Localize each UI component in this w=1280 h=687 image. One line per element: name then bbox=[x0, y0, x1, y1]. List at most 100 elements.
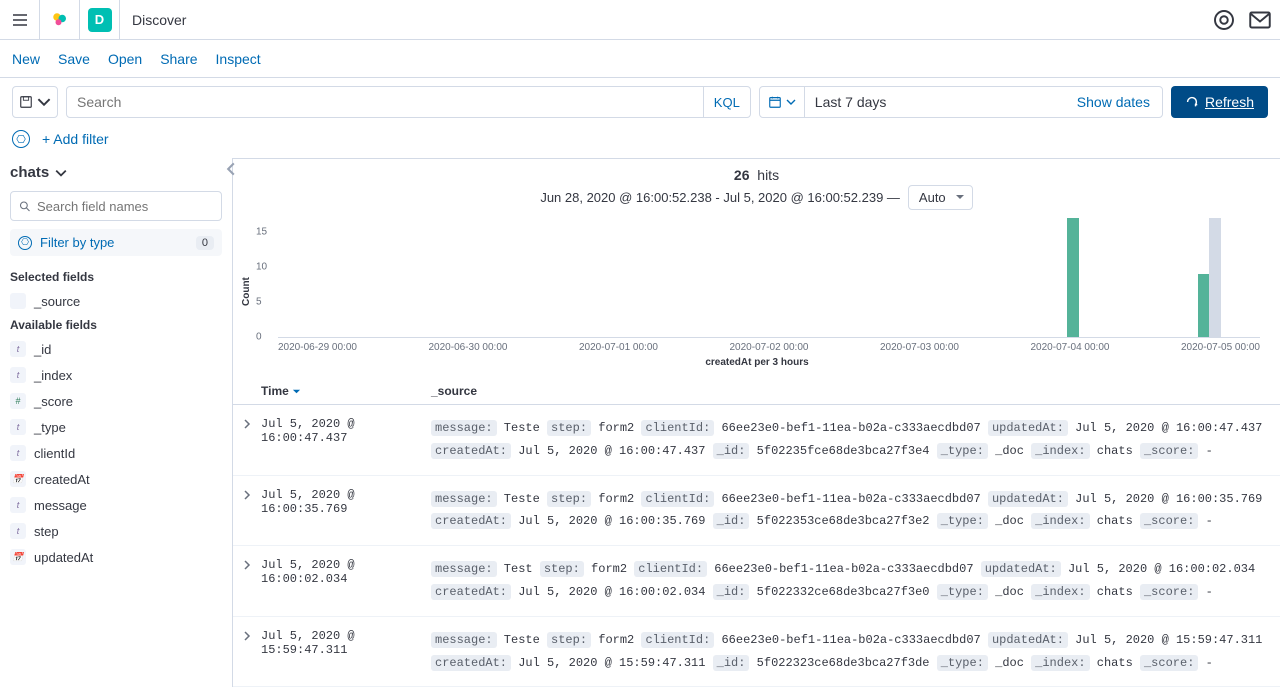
field-name: _type bbox=[34, 420, 66, 435]
querybar: KQL Last 7 days Show dates Refresh bbox=[0, 78, 1280, 126]
field-type-icon bbox=[10, 293, 26, 309]
show-dates-link[interactable]: Show dates bbox=[1065, 94, 1162, 110]
field-item-step[interactable]: tstep bbox=[10, 518, 222, 544]
date-range-text[interactable]: Last 7 days bbox=[805, 94, 1065, 110]
filter-type-label: Filter by type bbox=[40, 235, 188, 250]
field-item-message[interactable]: t message bbox=[10, 492, 222, 518]
search-box: KQL bbox=[66, 86, 751, 118]
field-name: createdAt bbox=[34, 472, 90, 487]
menu-save[interactable]: Save bbox=[58, 51, 90, 67]
refresh-button[interactable]: Refresh bbox=[1171, 86, 1268, 118]
field-item-createdAt[interactable]: 📅 createdAt bbox=[10, 466, 222, 492]
chart-grid[interactable]: 051015 bbox=[278, 218, 1260, 338]
field-name: _source bbox=[34, 294, 80, 309]
row-source: message: Test step: form2 clientId: 66ee… bbox=[431, 558, 1280, 604]
expand-row[interactable] bbox=[233, 629, 261, 675]
row-time: Jul 5, 2020 @ 16:00:47.437 bbox=[261, 417, 431, 463]
available-fields-title: Available fields bbox=[10, 314, 222, 336]
field-name: _index bbox=[34, 368, 72, 383]
hamburger-icon bbox=[12, 12, 28, 28]
app-logo-cell[interactable]: D bbox=[80, 0, 120, 40]
sidebar: chats ⎔ Filter by type 0 Selected fields… bbox=[0, 158, 232, 687]
row-time: Jul 5, 2020 @ 15:59:47.311 bbox=[261, 629, 431, 675]
hits-range: Jun 28, 2020 @ 16:00:52.238 - Jul 5, 202… bbox=[233, 185, 1280, 218]
add-filter-link[interactable]: + Add filter bbox=[42, 131, 109, 147]
chevron-down-icon bbox=[37, 95, 51, 109]
chart-bar[interactable] bbox=[1209, 218, 1221, 337]
discover-app-icon: D bbox=[88, 8, 112, 32]
row-time: Jul 5, 2020 @ 16:00:35.769 bbox=[261, 488, 431, 534]
field-search bbox=[10, 191, 222, 221]
interval-selector[interactable]: Auto bbox=[908, 185, 973, 210]
sort-desc-icon bbox=[292, 387, 301, 396]
date-picker: Last 7 days Show dates bbox=[759, 86, 1163, 118]
menu-inspect[interactable]: Inspect bbox=[216, 51, 261, 67]
elastic-logo-cell[interactable] bbox=[40, 0, 80, 40]
expand-row[interactable] bbox=[233, 417, 261, 463]
field-item-_type[interactable]: t _type bbox=[10, 414, 222, 440]
search-input[interactable] bbox=[67, 94, 703, 110]
chart-ylabel: Count bbox=[239, 218, 254, 378]
field-item-_score[interactable]: #_score bbox=[10, 388, 222, 414]
topbar-right bbox=[1212, 8, 1280, 32]
field-item-clientId[interactable]: t clientId bbox=[10, 440, 222, 466]
filter-type-count: 0 bbox=[196, 236, 214, 250]
field-type-icon: t bbox=[10, 445, 26, 461]
field-type-icon: t bbox=[10, 497, 26, 513]
filterbar: ⎔ + Add filter bbox=[0, 126, 1280, 158]
chart-xaxis: 2020-06-29 00:002020-06-30 00:002020-07-… bbox=[278, 338, 1260, 353]
field-name: message bbox=[34, 498, 87, 513]
filter-by-type[interactable]: ⎔ Filter by type 0 bbox=[10, 229, 222, 256]
mail-icon[interactable] bbox=[1248, 8, 1272, 32]
field-type-icon: t bbox=[10, 367, 26, 383]
col-time[interactable]: Time bbox=[261, 384, 431, 398]
field-name: updatedAt bbox=[34, 550, 93, 565]
chart-xlabel: createdAt per 3 hours bbox=[254, 353, 1260, 378]
table-header: Time _source bbox=[233, 378, 1280, 405]
chevron-down-icon bbox=[786, 97, 796, 107]
field-name: clientId bbox=[34, 446, 75, 461]
field-type-icon: t bbox=[10, 341, 26, 357]
table-row: Jul 5, 2020 @ 16:00:35.769message: Teste… bbox=[233, 476, 1280, 547]
row-source: message: Teste step: form2 clientId: 66e… bbox=[431, 417, 1280, 463]
table-row: Jul 5, 2020 @ 16:00:47.437message: Teste… bbox=[233, 405, 1280, 476]
hamburger-menu[interactable] bbox=[0, 0, 40, 40]
topbar-left: D Discover bbox=[0, 0, 198, 39]
index-pattern-name: chats bbox=[10, 164, 49, 181]
calendar-icon bbox=[768, 95, 782, 109]
collapse-sidebar-icon[interactable] bbox=[224, 162, 238, 176]
field-type-icon: # bbox=[10, 393, 26, 409]
field-type-icon: t bbox=[10, 419, 26, 435]
field-item-_id[interactable]: t_id bbox=[10, 336, 222, 362]
hit-count: 26 hits bbox=[233, 159, 1280, 185]
index-pattern-selector[interactable]: chats bbox=[10, 158, 222, 191]
field-item-_index[interactable]: t _index bbox=[10, 362, 222, 388]
menu-new[interactable]: New bbox=[12, 51, 40, 67]
field-search-input[interactable] bbox=[37, 199, 213, 214]
quick-date-dropdown[interactable] bbox=[760, 87, 805, 117]
topbar: D Discover bbox=[0, 0, 1280, 40]
row-source: message: Teste step: form2 clientId: 66e… bbox=[431, 629, 1280, 675]
row-time: Jul 5, 2020 @ 16:00:02.034 bbox=[261, 558, 431, 604]
field-type-icon: t bbox=[10, 523, 26, 539]
kql-toggle[interactable]: KQL bbox=[703, 87, 750, 117]
save-icon bbox=[19, 95, 33, 109]
elastic-logo-icon bbox=[51, 11, 69, 29]
filter-options-icon[interactable]: ⎔ bbox=[12, 130, 30, 148]
field-type-icon: 📅 bbox=[10, 471, 26, 487]
expand-row[interactable] bbox=[233, 558, 261, 604]
expand-row[interactable] bbox=[233, 488, 261, 534]
newsfeed-icon[interactable] bbox=[1212, 8, 1236, 32]
saved-query-dropdown[interactable] bbox=[12, 86, 58, 118]
field-item-updatedAt[interactable]: 📅updatedAt bbox=[10, 544, 222, 570]
breadcrumb: Discover bbox=[120, 12, 198, 28]
menu-share[interactable]: Share bbox=[160, 51, 197, 67]
chart-bar[interactable] bbox=[1067, 218, 1079, 337]
main: chats ⎔ Filter by type 0 Selected fields… bbox=[0, 158, 1280, 687]
col-source[interactable]: _source bbox=[431, 384, 1280, 398]
selected-fields-title: Selected fields bbox=[10, 266, 222, 288]
field-item-_source[interactable]: _source bbox=[10, 288, 222, 314]
table-row: Jul 5, 2020 @ 15:59:47.311message: Teste… bbox=[233, 617, 1280, 687]
histogram-chart: Count 051015 2020-06-29 00:002020-06-30 … bbox=[233, 218, 1280, 378]
menu-open[interactable]: Open bbox=[108, 51, 142, 67]
